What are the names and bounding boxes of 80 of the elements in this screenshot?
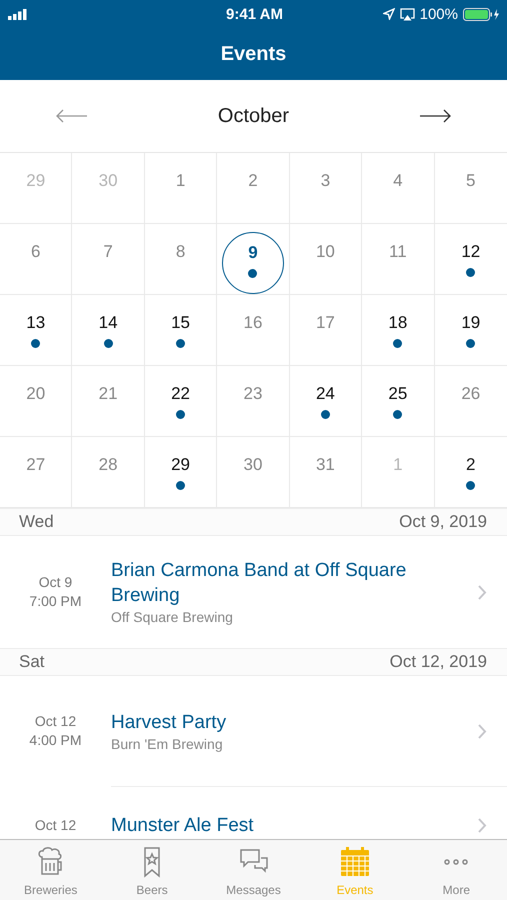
event-date: Oct 12 (34, 816, 76, 835)
event-row[interactable]: Oct 12 Munster Ale Fest (0, 787, 507, 838)
event-title: Brian Carmona Band at Off Square Brewing (111, 559, 408, 608)
weekday-label: Wed (19, 512, 54, 532)
calendar-day[interactable]: 29 (150, 445, 212, 507)
calendar-day[interactable]: 9 (222, 232, 284, 294)
weekday-label: Sat (19, 652, 45, 672)
calendar-day[interactable]: 23 (222, 374, 284, 436)
calendar-day[interactable]: 19 (440, 303, 502, 365)
event-dot (320, 410, 330, 419)
calendar-day[interactable]: 15 (150, 303, 212, 365)
calendar-day[interactable]: 5 (440, 161, 502, 223)
calendar-day[interactable]: 8 (150, 232, 212, 294)
battery-percent: 100% (420, 6, 458, 22)
more-icon (444, 859, 468, 865)
calendar-day[interactable]: 2 (222, 161, 284, 223)
event-dot (466, 481, 476, 490)
event-title: Munster Ale Fest (111, 814, 255, 838)
tab-bar-item[interactable]: Breweries (0, 840, 102, 900)
chevron-right-icon (478, 724, 487, 738)
tab-bar-item[interactable]: Messages (202, 840, 304, 900)
tab-bar-item[interactable]: Beers (101, 840, 203, 900)
calendar-day[interactable]: 30 (222, 445, 284, 507)
event-time: 7:00 PM (29, 592, 82, 611)
event-dot (176, 410, 186, 419)
chevron-right-icon (478, 584, 487, 600)
calendar-day[interactable]: 27 (4, 445, 67, 507)
status-time: 9:41 AM (226, 6, 283, 22)
airplay-icon (400, 8, 415, 20)
event-dot (393, 339, 402, 348)
event-title: Harvest Party (111, 710, 228, 734)
event-time: 4:00 PM (29, 731, 82, 750)
calendar-day[interactable]: 22 (150, 374, 212, 436)
calendar-day[interactable]: 24 (294, 374, 356, 436)
event-date: Oct 9 (38, 573, 72, 592)
calendar-day[interactable]: 13 (4, 303, 67, 365)
calendar-day[interactable]: 14 (77, 303, 140, 365)
event-dot (466, 268, 476, 277)
battery-charging-icon (463, 8, 501, 20)
chevron-right-icon (478, 818, 487, 833)
location-arrow-icon (382, 8, 395, 20)
calendar-day[interactable]: 29 (4, 161, 67, 223)
calendar-day[interactable]: 28 (77, 445, 140, 507)
event-dot (31, 339, 40, 348)
calendar-day[interactable]: 31 (294, 445, 356, 507)
calendar-day[interactable]: 10 (294, 232, 356, 294)
event-dot (393, 410, 402, 419)
section-date: Oct 9, 2019 (399, 512, 487, 532)
tab-bar-item[interactable]: More (406, 840, 507, 900)
calendar-day[interactable]: 12 (440, 232, 502, 294)
calendar-day[interactable]: 26 (440, 374, 502, 436)
calendar-day[interactable]: 18 (366, 303, 429, 365)
calendar-day[interactable]: 3 (294, 161, 356, 223)
calendar-day[interactable]: 4 (366, 161, 429, 223)
event-dot (104, 339, 113, 348)
screen-title: Events (220, 42, 288, 66)
calendar-day[interactable]: 17 (294, 303, 356, 365)
event-dot (466, 339, 476, 348)
event-venue: Off Square Brewing (111, 608, 234, 626)
month-title: October (218, 104, 290, 128)
event-date: Oct 12 (34, 712, 76, 731)
calendar-day[interactable]: 1 (150, 161, 212, 223)
calendar-day[interactable]: 11 (366, 232, 429, 294)
event-venue: Burn 'Em Brewing (111, 734, 224, 752)
calendar-day[interactable]: 1 (366, 445, 429, 507)
event-dot (176, 481, 186, 490)
calendar-day[interactable]: 6 (4, 232, 67, 294)
event-row[interactable]: Oct 9 7:00 PM Brian Carmona Band at Off Square Brewing Off Square Brewing (0, 536, 507, 648)
calendar-day[interactable]: 16 (222, 303, 284, 365)
calendar-day[interactable]: 20 (4, 374, 67, 436)
event-row[interactable]: Oct 12 4:00 PM Harvest Party Burn 'Em Brewing (0, 676, 507, 786)
event-dot (176, 339, 186, 348)
calendar-day[interactable]: 7 (77, 232, 140, 294)
event-dot (248, 269, 258, 278)
section-date: Oct 12, 2019 (390, 652, 487, 672)
signal-icon (8, 8, 28, 20)
calendar-day[interactable]: 2 (440, 445, 502, 507)
calendar-day[interactable]: 21 (77, 374, 140, 436)
calendar-day[interactable]: 30 (77, 161, 140, 223)
calendar-day[interactable]: 25 (366, 374, 429, 436)
